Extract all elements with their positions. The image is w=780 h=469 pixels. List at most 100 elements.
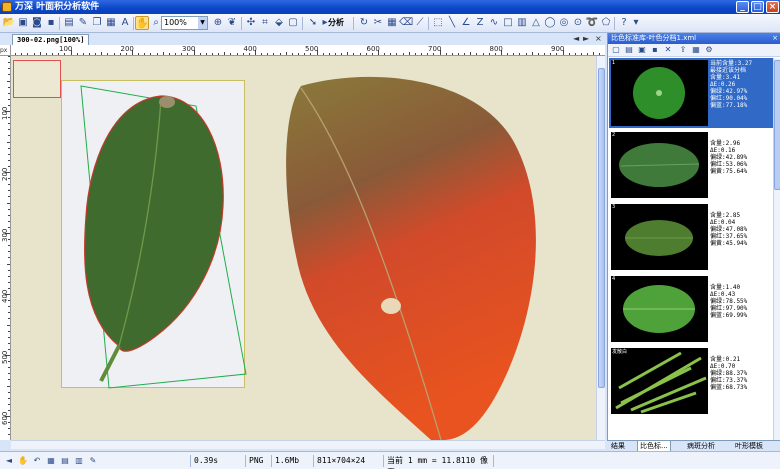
ruler-tick: [433, 53, 435, 55]
image-icon[interactable]: ▤: [62, 16, 76, 30]
pencil-icon[interactable]: ✎: [76, 16, 90, 30]
toolbar-separator: [59, 17, 60, 30]
open-folder-icon[interactable]: 📂: [2, 16, 16, 30]
ruler-tick: [101, 52, 103, 55]
circle-icon[interactable]: ◯: [543, 16, 557, 30]
grid-icon[interactable]: ▦: [46, 456, 56, 466]
ruler-tick: [95, 53, 97, 55]
sample-thumbnail: 2: [611, 132, 708, 198]
ruler-tick: [556, 53, 558, 55]
ruler-tick: [531, 52, 533, 55]
circle2-icon[interactable]: ◎: [557, 16, 571, 30]
crop-icon[interactable]: ⌗: [258, 16, 272, 30]
printer-icon[interactable]: ▤: [60, 456, 70, 466]
status-size: 1.6Mb: [271, 455, 313, 467]
canvas-scrollbar-horizontal[interactable]: [11, 440, 605, 449]
sample-item[interactable]: 1 当前含量:3.27 最接近该分档 含量:3.41 ΔE:0.26 偏绿:42.97% 偏…: [609, 58, 773, 128]
scrollbar-thumb[interactable]: [598, 68, 605, 388]
toolbar-separator: [241, 17, 242, 30]
angle-icon[interactable]: ∠: [459, 16, 473, 30]
paste-icon[interactable]: ▦: [104, 16, 118, 30]
scan-icon[interactable]: ▣: [16, 16, 30, 30]
panel-bottom-tabs: 结果 比色标... 病斑分析 叶形模板: [607, 440, 780, 452]
ruler-tick: [8, 318, 10, 320]
sample-info-line: 偏绿:42.89%: [710, 154, 748, 161]
sample-info-line: 偏蓝:68.73%: [710, 384, 748, 391]
new-file-icon[interactable]: ▢: [611, 45, 621, 55]
delete-icon[interactable]: ✕: [663, 45, 673, 55]
copy-icon[interactable]: ❐: [90, 16, 104, 30]
tab-document[interactable]: 300-02.png[100%]: [12, 34, 90, 45]
erase-icon[interactable]: ⌫: [399, 16, 413, 30]
transform-icon[interactable]: ✣: [244, 16, 258, 30]
close-button[interactable]: ×: [766, 1, 779, 13]
ruler-label: 400: [1, 289, 9, 303]
ruler-tick: [396, 53, 398, 55]
sample-info: 含量:2.96 ΔE:0.16 偏绿:42.89% 偏红:53.06% 偏黄:75.64…: [710, 140, 772, 175]
line-icon[interactable]: ╲: [445, 16, 459, 30]
ruler-tick: [8, 62, 10, 64]
curve-icon[interactable]: ∿: [487, 16, 501, 30]
magnify-icon[interactable]: ⊕: [211, 16, 225, 30]
sample-item[interactable]: 4 含量:1.40 ΔE:0.43 偏绿:78.55% 偏红:97.90% 偏蓝:69.9…: [609, 274, 773, 344]
save-icon[interactable]: ▪: [44, 16, 58, 30]
ruler-tick: [58, 53, 60, 55]
tab-nav-left-icon[interactable]: ◄: [573, 34, 579, 43]
text-icon[interactable]: A: [118, 16, 132, 30]
ruler-tick: [519, 53, 521, 55]
help-dropdown-icon[interactable]: ▾: [629, 16, 643, 30]
bucket-icon[interactable]: ⬙: [272, 16, 286, 30]
cut-icon[interactable]: ✂: [371, 16, 385, 30]
hand-icon[interactable]: ✋: [18, 456, 28, 466]
sample-info-line: ΔE:0.16: [710, 147, 736, 154]
save-icon[interactable]: ▪: [650, 45, 660, 55]
folder-icon[interactable]: ▣: [637, 45, 647, 55]
analyze-button[interactable]: 分析: [328, 16, 344, 30]
sample-info-line: 偏红:73.37%: [710, 377, 748, 384]
prev-icon[interactable]: ◄: [4, 456, 14, 466]
hand-tool-icon[interactable]: ✋: [135, 16, 149, 30]
rotate-icon[interactable]: ↻: [357, 16, 371, 30]
polygon-icon[interactable]: ⬠: [599, 16, 613, 30]
sample-item[interactable]: 3 含量:2.85 ΔE:0.04 偏绿:47.08% 偏红:37.65% 偏黄:45.9…: [609, 202, 773, 272]
open-icon[interactable]: ▤: [624, 45, 634, 55]
tab-close-icon[interactable]: ×: [595, 34, 602, 43]
rect-select-icon[interactable]: ▢: [286, 16, 300, 30]
sample-info-line: 偏红:37.65%: [710, 233, 748, 240]
undo-icon[interactable]: ↶: [32, 456, 42, 466]
ruler-tick: [8, 129, 10, 131]
table-icon[interactable]: ▦: [691, 45, 701, 55]
tab-nav-right-icon[interactable]: ►: [583, 34, 589, 43]
maximize-button[interactable]: □: [751, 1, 764, 13]
grid-icon[interactable]: ▦: [385, 16, 399, 30]
triangle-icon[interactable]: △: [529, 16, 543, 30]
scrollbar-thumb[interactable]: [774, 60, 780, 190]
edit-icon[interactable]: ✎: [88, 456, 98, 466]
sample-item[interactable]: 2 含量:2.96 ΔE:0.16 偏绿:42.89% 偏红:53.06% 偏黄:75.6…: [609, 130, 773, 200]
ruler-tick: [45, 53, 47, 55]
settings-icon[interactable]: ⚙: [704, 45, 714, 55]
leaf-icon[interactable]: ❦: [225, 16, 239, 30]
panel-close-icon[interactable]: ×: [772, 33, 778, 44]
grid-rect-icon[interactable]: ▥: [515, 16, 529, 30]
sample-index: 4: [612, 276, 616, 282]
target-icon[interactable]: ⊙: [571, 16, 585, 30]
ruler-tick: [7, 141, 10, 143]
select-icon[interactable]: ⬚: [431, 16, 445, 30]
eyedropper-icon[interactable]: ⟋: [413, 16, 427, 30]
ruler-tick: [550, 53, 552, 55]
zoom-select[interactable]: 100% ▼: [161, 16, 208, 30]
canvas-scrollbar-vertical[interactable]: [596, 56, 605, 440]
import-icon[interactable]: ⇪: [678, 45, 688, 55]
status-bar: ◄ ✋ ↶ ▦ ▤ ▥ ✎ 0.39s PNG 1.6Mb 811×704×24…: [0, 451, 780, 469]
lasso-icon[interactable]: ➰: [585, 16, 599, 30]
ruler-tick: [8, 434, 10, 436]
panel-scrollbar[interactable]: [773, 58, 780, 446]
sample-item[interactable]: 发散白 含量:0.21 ΔE:0.70 偏绿:88.37% 偏红:73.37% 偏蓝:68…: [609, 346, 773, 416]
camera-icon[interactable]: ◙: [30, 16, 44, 30]
minimize-button[interactable]: _: [736, 1, 749, 13]
image-canvas[interactable]: [11, 56, 596, 440]
list-icon[interactable]: ▥: [74, 456, 84, 466]
rectangle-icon[interactable]: □: [501, 16, 515, 30]
polyline-icon[interactable]: Z: [473, 16, 487, 30]
